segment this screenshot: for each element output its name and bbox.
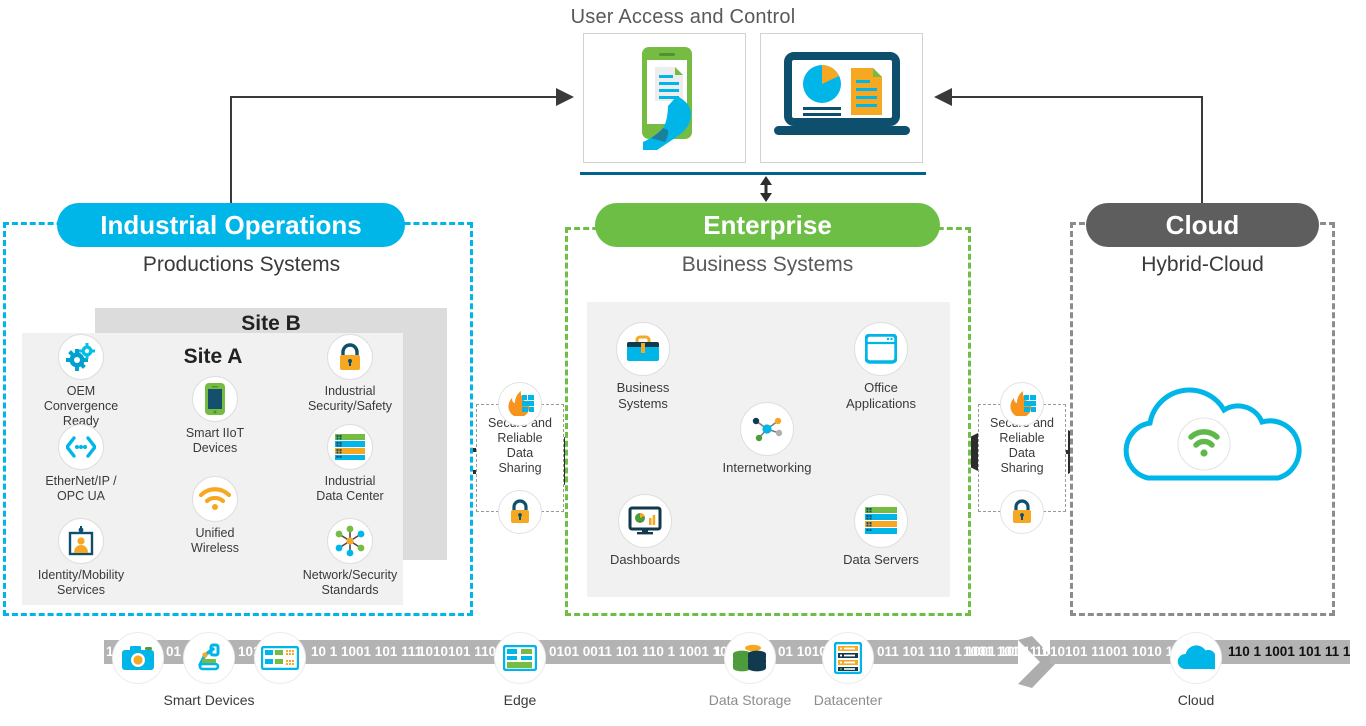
strip-node-data-storage[interactable]: Data Storage (709, 632, 791, 708)
site-a-label: Site A (183, 345, 243, 368)
user-access-title: User Access and Control (570, 6, 796, 28)
user-access-underline (580, 172, 926, 175)
node-oem-convergence[interactable]: OEM Convergence Ready (32, 334, 130, 429)
strip-node-edge[interactable]: Edge (494, 632, 546, 710)
node-internetworking[interactable]: Internetworking (714, 402, 820, 476)
gears-icon (58, 334, 104, 380)
strip-node-camera[interactable] (112, 632, 164, 684)
strip-bits: 1 (714, 644, 722, 659)
cloud-pill[interactable]: Cloud (1086, 203, 1319, 247)
strip-bits: 10 1 1001 101 111 (311, 644, 423, 659)
node-label: Business Systems (616, 380, 670, 411)
enterprise-pill[interactable]: Enterprise (595, 203, 940, 247)
code-brackets-icon (58, 424, 104, 470)
edge-switch-icon (494, 632, 546, 684)
node-label: Network/Security Standards (302, 568, 398, 597)
strip-node-label (130, 690, 146, 694)
node-label: Data Servers (843, 552, 919, 567)
cloud-wifi-icon (1123, 387, 1302, 481)
padlock-icon (1000, 490, 1044, 534)
wifi-icon (192, 476, 238, 522)
user-access-mobile-card[interactable] (583, 33, 746, 163)
node-unified-wireless[interactable]: Unified Wireless (166, 476, 264, 556)
enterprise-subtitle: Business Systems (681, 253, 854, 276)
network-hub-icon (740, 402, 794, 456)
smartphone-icon (192, 376, 238, 422)
phone-hand-document-icon (642, 47, 692, 150)
secure-data-sharing-badge-left[interactable]: Secure and Reliable Data Sharing (476, 382, 564, 534)
user-access-desktop-card[interactable] (760, 33, 923, 163)
camera-icon (112, 632, 164, 684)
strip-bits: 01 (166, 644, 182, 659)
node-label: Dashboards (609, 552, 681, 567)
padlock-icon (498, 490, 542, 534)
server-rack-icon (854, 494, 908, 548)
node-label: Internetworking (722, 460, 812, 475)
padlock-icon (327, 334, 373, 380)
cloud-subtitle: Hybrid-Cloud (1141, 253, 1264, 276)
node-data-servers[interactable]: Data Servers (833, 494, 929, 568)
node-label: Unified Wireless (191, 526, 239, 555)
node-label: EtherNet/IP / OPC UA (45, 474, 117, 503)
strip-node-label: Edge (495, 690, 545, 710)
server-rack-icon (327, 424, 373, 470)
strip-node-datacenter[interactable]: Datacenter (814, 632, 882, 708)
switch-icon (254, 632, 306, 684)
strip-node-label: Cloud (1169, 690, 1223, 710)
monitor-chart-icon (618, 494, 672, 548)
strip-bits: 01 1010 (778, 644, 827, 659)
node-business-systems[interactable]: Business Systems (595, 322, 691, 412)
node-dashboards[interactable]: Dashboards (597, 494, 693, 568)
node-label: Industrial Security/Safety (307, 384, 393, 413)
node-industrial-data-center[interactable]: Industrial Data Center (300, 424, 400, 504)
strip-node-switch[interactable] (254, 632, 306, 684)
node-label: Industrial Data Center (316, 474, 384, 503)
secure-data-sharing-badge-right[interactable]: Secure and Reliable Data Sharing (978, 382, 1066, 534)
strip-node-cloud[interactable]: Cloud (1169, 632, 1223, 710)
firewall-icon (1000, 382, 1044, 426)
node-network-security-standards[interactable]: Network/Security Standards (298, 518, 402, 598)
node-ethernet-opc-ua[interactable]: EtherNet/IP / OPC UA (32, 424, 130, 504)
id-badge-icon (58, 518, 104, 564)
site-b-label: Site B (241, 312, 301, 335)
node-identity-mobility[interactable]: Identity/Mobility Services (32, 518, 130, 598)
node-industrial-security-safety[interactable]: Industrial Security/Safety (300, 334, 400, 414)
network-mesh-icon (327, 518, 373, 564)
app-window-icon (854, 322, 908, 376)
cloud-icon (1170, 632, 1222, 684)
datacenter-icon (822, 632, 874, 684)
robot-arm-icon (183, 632, 235, 684)
node-office-applications[interactable]: Office Applications (833, 322, 929, 412)
node-smart-iiot-devices[interactable]: Smart IIoT Devices (166, 376, 264, 456)
database-icon (724, 632, 776, 684)
hybrid-cloud-graphic[interactable] (1108, 378, 1318, 488)
firewall-icon (498, 382, 542, 426)
node-label: Office Applications (845, 380, 917, 411)
strip-node-label: Smart Devices (155, 690, 263, 710)
industrial-operations-pill[interactable]: Industrial Operations (57, 203, 405, 247)
briefcase-icon (616, 322, 670, 376)
strip-node-label: Data Storage (708, 692, 792, 708)
strip-node-smart-devices[interactable]: Smart Devices (155, 632, 263, 710)
industrial-subtitle: Productions Systems (142, 253, 341, 276)
laptop-chart-document-icon (774, 52, 910, 135)
node-label: Smart IIoT Devices (185, 426, 245, 455)
strip-node-label (272, 690, 288, 694)
strip-node-label: Datacenter (813, 692, 883, 708)
strip-bits: 110 1 1001 101 11 1 (1228, 644, 1351, 659)
node-label: Identity/Mobility Services (37, 568, 125, 597)
node-label: OEM Convergence Ready (43, 384, 119, 428)
